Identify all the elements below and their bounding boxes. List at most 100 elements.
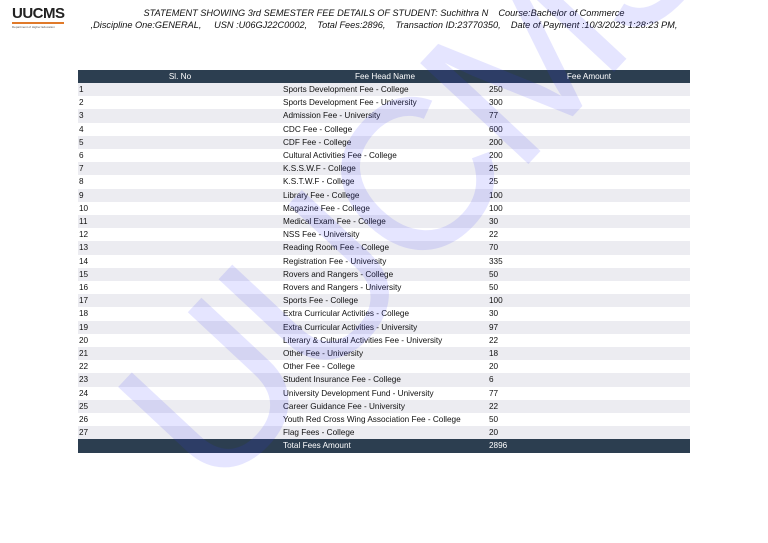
sl-no-cell: 24 xyxy=(79,388,89,398)
fee-amount-cell: 100 xyxy=(488,188,690,202)
table-row: 9 Library Fee - College 100 xyxy=(78,188,690,202)
sl-no-cell: 18 xyxy=(79,309,89,319)
statement-details: ,Discipline One:GENERAL, USN :U06GJ22C00… xyxy=(90,20,678,30)
fee-head-cell: NSS Fee - University xyxy=(283,230,360,240)
fee-amount-cell: 22 xyxy=(489,335,499,345)
fee-head-cell: Career Guidance Fee - University xyxy=(282,399,488,414)
sl-no-cell: 20 xyxy=(79,335,89,345)
fee-amount-cell: 6 xyxy=(488,373,690,387)
fee-head-cell: Student Insurance Fee - College xyxy=(282,373,488,387)
table-row: 7 K.S.S.W.F - College 25 xyxy=(78,162,690,176)
fee-head-cell: Other Fee - University xyxy=(282,347,488,361)
sl-no-cell: 22 xyxy=(79,362,89,372)
fee-amount-cell: 25 xyxy=(489,177,499,187)
fee-head-cell: Sports Fee - College xyxy=(282,294,488,308)
fee-head-cell: Registration Fee - University xyxy=(283,256,387,266)
column-header-fee-head: Fee Head Name xyxy=(282,70,488,83)
table-row: 5 CDF Fee - College 200 xyxy=(78,135,690,150)
column-header-sl-no: Sl. No xyxy=(78,70,282,83)
fee-head-cell: Rovers and Rangers - College xyxy=(282,267,488,282)
sl-no-cell: 1 xyxy=(78,83,282,97)
table-row: 16 Rovers and Rangers - University 50 xyxy=(78,281,690,294)
fee-head-cell: Literary & Cultural Activities Fee - Uni… xyxy=(283,335,443,345)
table-row: 27 Flag Fees - College 20 xyxy=(78,426,690,440)
fee-head-cell: Youth Red Cross Wing Association Fee - C… xyxy=(283,415,461,425)
fee-head-cell: CDF Fee - College xyxy=(282,135,488,150)
sl-no-cell: 11 xyxy=(78,215,282,229)
sl-no-cell: 26 xyxy=(79,415,89,425)
fee-amount-cell: 335 xyxy=(489,256,503,266)
table-row: 4 CDC Fee - College 600 xyxy=(78,123,690,136)
fee-head-cell: K.S.S.W.F - College xyxy=(282,162,488,176)
column-header-fee-amount: Fee Amount xyxy=(488,70,690,83)
fee-amount-cell: 200 xyxy=(488,135,690,150)
fee-amount-cell: 300 xyxy=(489,98,503,108)
table-row: 6 Cultural Activities Fee - College 200 xyxy=(78,149,690,162)
table-row: 2 Sports Development Fee - University 300 xyxy=(78,96,690,109)
table-row: 19 Extra Curricular Activities - Universi… xyxy=(78,320,690,334)
fee-amount-cell: 30 xyxy=(489,309,499,319)
fee-head-cell: K.S.T.W.F - College xyxy=(283,177,355,187)
fee-head-cell: Rovers and Rangers - University xyxy=(283,283,402,293)
table-row: 25 Career Guidance Fee - University 22 xyxy=(78,399,690,414)
sl-no-cell: 17 xyxy=(78,294,282,308)
table-row: 15 Rovers and Rangers - College 50 xyxy=(78,267,690,282)
table-header-row: Sl. No Fee Head Name Fee Amount xyxy=(78,70,690,83)
table-row: 3 Admission Fee - University 77 xyxy=(78,109,690,123)
fee-amount-cell: 25 xyxy=(488,162,690,176)
table-row: 17 Sports Fee - College 100 xyxy=(78,294,690,308)
sl-no-cell: 16 xyxy=(79,283,89,293)
statement-title: STATEMENT SHOWING 3rd SEMESTER FEE DETAI… xyxy=(143,8,625,18)
sl-no-cell: 14 xyxy=(79,256,89,266)
fee-head-cell: Cultural Activities Fee - College xyxy=(283,151,397,161)
fee-head-cell: Admission Fee - University xyxy=(282,109,488,123)
sl-no-cell: 25 xyxy=(78,399,282,414)
fee-amount-cell: 250 xyxy=(488,83,690,97)
table-row: 8 K.S.T.W.F - College 25 xyxy=(78,175,690,188)
table-row: 1 Sports Development Fee - College 250 xyxy=(78,83,690,97)
fee-amount-cell: 30 xyxy=(488,215,690,229)
table-row: 20 Literary & Cultural Activities Fee - U… xyxy=(78,334,690,347)
fee-amount-cell: 200 xyxy=(489,151,503,161)
table-row: 11 Medical Exam Fee - College 30 xyxy=(78,215,690,229)
sl-no-cell: 15 xyxy=(78,267,282,282)
fee-head-cell: Extra Curricular Activities - University xyxy=(282,320,488,334)
fee-head-cell: Extra Curricular Activities - College xyxy=(283,309,410,319)
fee-head-cell: Library Fee - College xyxy=(282,188,488,202)
fee-amount-cell: 97 xyxy=(488,320,690,334)
sl-no-cell: 10 xyxy=(79,203,89,213)
sl-no-cell: 2 xyxy=(79,98,84,108)
sl-no-cell: 27 xyxy=(78,426,282,440)
fee-amount-cell: 70 xyxy=(488,241,690,255)
fee-amount-cell: 20 xyxy=(489,362,499,372)
table-row: 18 Extra Curricular Activities - College 3… xyxy=(78,307,690,320)
sl-no-cell: 13 xyxy=(78,241,282,255)
fee-head-cell: Other Fee - College xyxy=(283,362,355,372)
fee-table: Sl. No Fee Head Name Fee Amount 1 Sports … xyxy=(78,70,690,453)
fee-amount-cell: 18 xyxy=(488,347,690,361)
total-amount: 2896 xyxy=(488,439,690,453)
table-row: 24 University Development Fund - Universi… xyxy=(78,387,690,400)
table-row: 22 Other Fee - College 20 xyxy=(78,360,690,373)
fee-amount-cell: 77 xyxy=(488,109,690,123)
fee-head-cell: Sports Development Fee - College xyxy=(282,83,488,97)
sl-no-cell: 3 xyxy=(78,109,282,123)
sl-no-cell: 6 xyxy=(79,151,84,161)
fee-head-cell: Sports Development Fee - University xyxy=(283,98,417,108)
table-row: 10 Magazine Fee - College 100 xyxy=(78,202,690,215)
total-empty-cell xyxy=(78,439,282,453)
fee-head-cell: Medical Exam Fee - College xyxy=(282,215,488,229)
fee-amount-cell: 20 xyxy=(488,426,690,440)
fee-head-cell: CDC Fee - College xyxy=(283,124,353,134)
sl-no-cell: 4 xyxy=(79,124,84,134)
fee-head-cell: University Development Fund - University xyxy=(283,388,434,398)
fee-amount-cell: 22 xyxy=(488,399,690,414)
fee-head-cell: Flag Fees - College xyxy=(282,426,488,440)
fee-amount-cell: 50 xyxy=(489,415,499,425)
table-row: 23 Student Insurance Fee - College 6 xyxy=(78,373,690,387)
table-row: 26 Youth Red Cross Wing Association Fee -… xyxy=(78,413,690,426)
fee-head-cell: Reading Room Fee - College xyxy=(282,241,488,255)
sl-no-cell: 19 xyxy=(78,320,282,334)
sl-no-cell: 9 xyxy=(78,188,282,202)
fee-amount-cell: 77 xyxy=(489,388,499,398)
